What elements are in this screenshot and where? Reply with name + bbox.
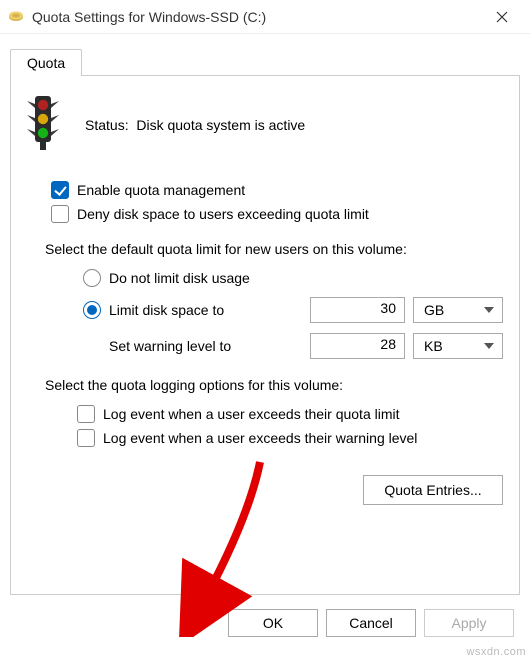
- window-title: Quota Settings for Windows-SSD (C:): [32, 9, 482, 25]
- close-button[interactable]: [482, 2, 522, 32]
- chevron-down-icon: [484, 343, 494, 349]
- limit-value-input[interactable]: 30: [310, 297, 405, 323]
- chevron-down-icon: [484, 307, 494, 313]
- quota-entries-button[interactable]: Quota Entries...: [363, 475, 503, 505]
- apply-button[interactable]: Apply: [424, 609, 514, 637]
- watermark: wsxdn.com: [466, 646, 526, 658]
- titlebar: Quota Settings for Windows-SSD (C:): [0, 0, 530, 34]
- limit-to-radio[interactable]: [83, 301, 101, 319]
- deny-space-checkbox[interactable]: [51, 205, 69, 223]
- disk-quota-icon: [8, 9, 24, 25]
- ok-button[interactable]: OK: [228, 609, 318, 637]
- limit-unit-select[interactable]: GB: [413, 297, 503, 323]
- status-text: Status: Disk quota system is active: [85, 117, 305, 133]
- no-limit-radio[interactable]: [83, 269, 101, 287]
- log-exceed-limit-label: Log event when a user exceeds their quot…: [103, 406, 400, 422]
- log-exceed-warning-checkbox[interactable]: [77, 429, 95, 447]
- log-exceed-limit-checkbox[interactable]: [77, 405, 95, 423]
- limit-to-label: Limit disk space to: [109, 302, 224, 318]
- enable-quota-label: Enable quota management: [77, 182, 245, 198]
- warning-value-input[interactable]: 28: [310, 333, 405, 359]
- no-limit-label: Do not limit disk usage: [109, 270, 250, 286]
- enable-quota-checkbox[interactable]: [51, 181, 69, 199]
- warning-unit-select[interactable]: KB: [413, 333, 503, 359]
- logging-heading: Select the quota logging options for thi…: [45, 377, 503, 393]
- log-exceed-warning-label: Log event when a user exceeds their warn…: [103, 430, 417, 446]
- cancel-button[interactable]: Cancel: [326, 609, 416, 637]
- default-limit-heading: Select the default quota limit for new u…: [45, 241, 503, 257]
- tab-panel: Status: Disk quota system is active Enab…: [10, 75, 520, 595]
- traffic-light-icon: [27, 96, 67, 153]
- warning-label: Set warning level to: [109, 338, 231, 354]
- tab-strip: Quota: [10, 48, 520, 75]
- deny-space-label: Deny disk space to users exceeding quota…: [77, 206, 369, 222]
- dialog-footer: OK Cancel Apply: [0, 595, 530, 651]
- tab-quota[interactable]: Quota: [10, 49, 82, 76]
